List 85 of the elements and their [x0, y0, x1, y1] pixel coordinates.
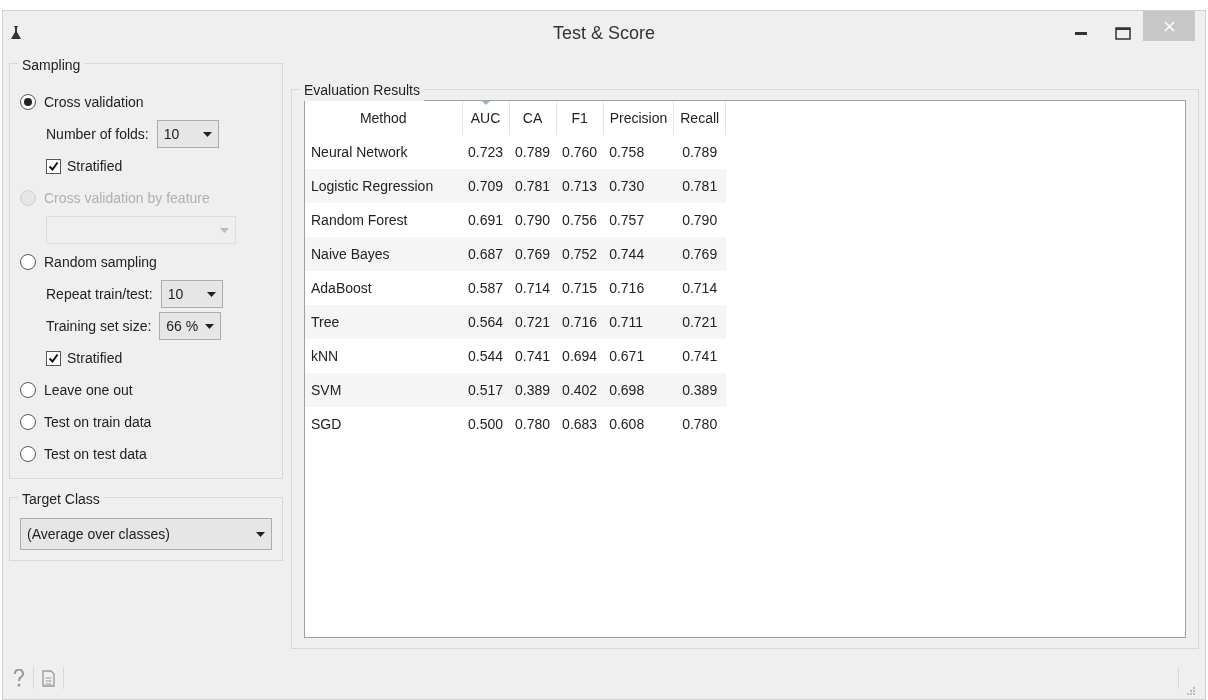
- table-cell: 0.780: [673, 407, 726, 441]
- table-cell: kNN: [305, 339, 462, 373]
- table-cell: 0.564: [462, 305, 510, 339]
- table-cell: 0.714: [509, 271, 557, 305]
- resize-grip-icon[interactable]: [1187, 687, 1195, 695]
- table-cell: 0.730: [603, 169, 674, 203]
- table-cell: 0.691: [462, 203, 510, 237]
- table-cell: 0.790: [673, 203, 726, 237]
- table-cell: 0.608: [603, 407, 674, 441]
- table-cell: 0.716: [556, 305, 604, 339]
- table-cell: 0.757: [603, 203, 674, 237]
- radio-button[interactable]: Random sampling: [20, 251, 157, 273]
- table-cell: 0.544: [462, 339, 510, 373]
- table-cell: 0.789: [673, 135, 726, 169]
- table-cell: 0.769: [509, 237, 557, 271]
- dropdown[interactable]: 66 %: [159, 312, 222, 340]
- window-title: Test & Score: [553, 21, 655, 45]
- field-label: Number of folds:: [46, 124, 149, 144]
- dropdown[interactable]: 10: [160, 280, 223, 308]
- table-cell: 0.741: [673, 339, 726, 373]
- close-icon: [1163, 20, 1175, 32]
- table-cell: 0.698: [603, 373, 674, 407]
- table-cell: 0.721: [673, 305, 726, 339]
- table-cell: 0.790: [509, 203, 557, 237]
- caret-icon: [256, 531, 265, 537]
- table-cell: 0.713: [556, 169, 604, 203]
- table-cell: 0.781: [509, 169, 557, 203]
- table-cell: 0.769: [673, 237, 726, 271]
- table-cell: 0.389: [509, 373, 557, 407]
- table-cell: 0.721: [509, 305, 557, 339]
- table-cell: 0.402: [556, 373, 604, 407]
- table-cell: 0.744: [603, 237, 674, 271]
- field-label: Repeat train/test:: [46, 284, 153, 304]
- table-cell: 0.714: [673, 271, 726, 305]
- app-icon: [11, 26, 21, 40]
- table-cell: 0.752: [556, 237, 604, 271]
- table-cell: 0.758: [603, 135, 674, 169]
- table-cell: 0.709: [462, 169, 510, 203]
- caret-icon: [206, 291, 216, 297]
- caret-icon: [202, 131, 212, 137]
- dropdown[interactable]: 10: [156, 120, 219, 148]
- table-cell: 0.789: [509, 135, 557, 169]
- radio-button[interactable]: Cross validation: [20, 91, 144, 113]
- table-cell: 0.741: [509, 339, 557, 373]
- report-icon[interactable]: [42, 669, 55, 687]
- table-cell: 0.517: [462, 373, 510, 407]
- table-cell: SGD: [305, 407, 462, 441]
- field-label: Training set size:: [46, 316, 152, 336]
- table-cell: Logistic Regression: [305, 169, 462, 203]
- table-cell: Random Forest: [305, 203, 462, 237]
- table-cell: 0.756: [556, 203, 604, 237]
- table-cell: 0.687: [462, 237, 510, 271]
- table-cell: 0.716: [603, 271, 674, 305]
- radio-button[interactable]: Test on train data: [20, 411, 152, 433]
- dropdown-value: (Average over classes): [27, 524, 170, 544]
- target-class-dropdown[interactable]: (Average over classes): [20, 518, 272, 550]
- table-cell: Naive Bayes: [305, 237, 462, 271]
- maximize-icon: [1115, 26, 1131, 40]
- sort-indicator-icon: [481, 101, 490, 105]
- table-cell: 0.500: [462, 407, 510, 441]
- checkbox[interactable]: Stratified: [46, 347, 123, 369]
- table-cell: 0.389: [673, 373, 726, 407]
- table-cell: Neural Network: [305, 135, 462, 169]
- caret-icon: [220, 227, 229, 233]
- table-cell: 0.723: [462, 135, 510, 169]
- table-cell: 0.671: [603, 339, 674, 373]
- table-cell: 0.711: [603, 305, 674, 339]
- table-cell: 0.715: [556, 271, 604, 305]
- table-cell: AdaBoost: [305, 271, 462, 305]
- table-cell: Tree: [305, 305, 462, 339]
- table-cell: SVM: [305, 373, 462, 407]
- radio-button[interactable]: Leave one out: [20, 379, 133, 401]
- table-cell: 0.780: [509, 407, 557, 441]
- table-cell: 0.760: [556, 135, 604, 169]
- checkbox[interactable]: Stratified: [46, 155, 123, 177]
- help-icon[interactable]: [13, 669, 25, 687]
- table-cell: 0.781: [673, 169, 726, 203]
- checkmark-icon: [48, 352, 59, 364]
- table-cell: 0.694: [556, 339, 604, 373]
- minimize-icon: [1075, 31, 1087, 35]
- radio-button[interactable]: Test on test data: [20, 443, 147, 465]
- table-cell: 0.587: [462, 271, 510, 305]
- checkmark-icon: [48, 160, 59, 172]
- table-cell: 0.683: [556, 407, 604, 441]
- caret-icon: [205, 323, 215, 329]
